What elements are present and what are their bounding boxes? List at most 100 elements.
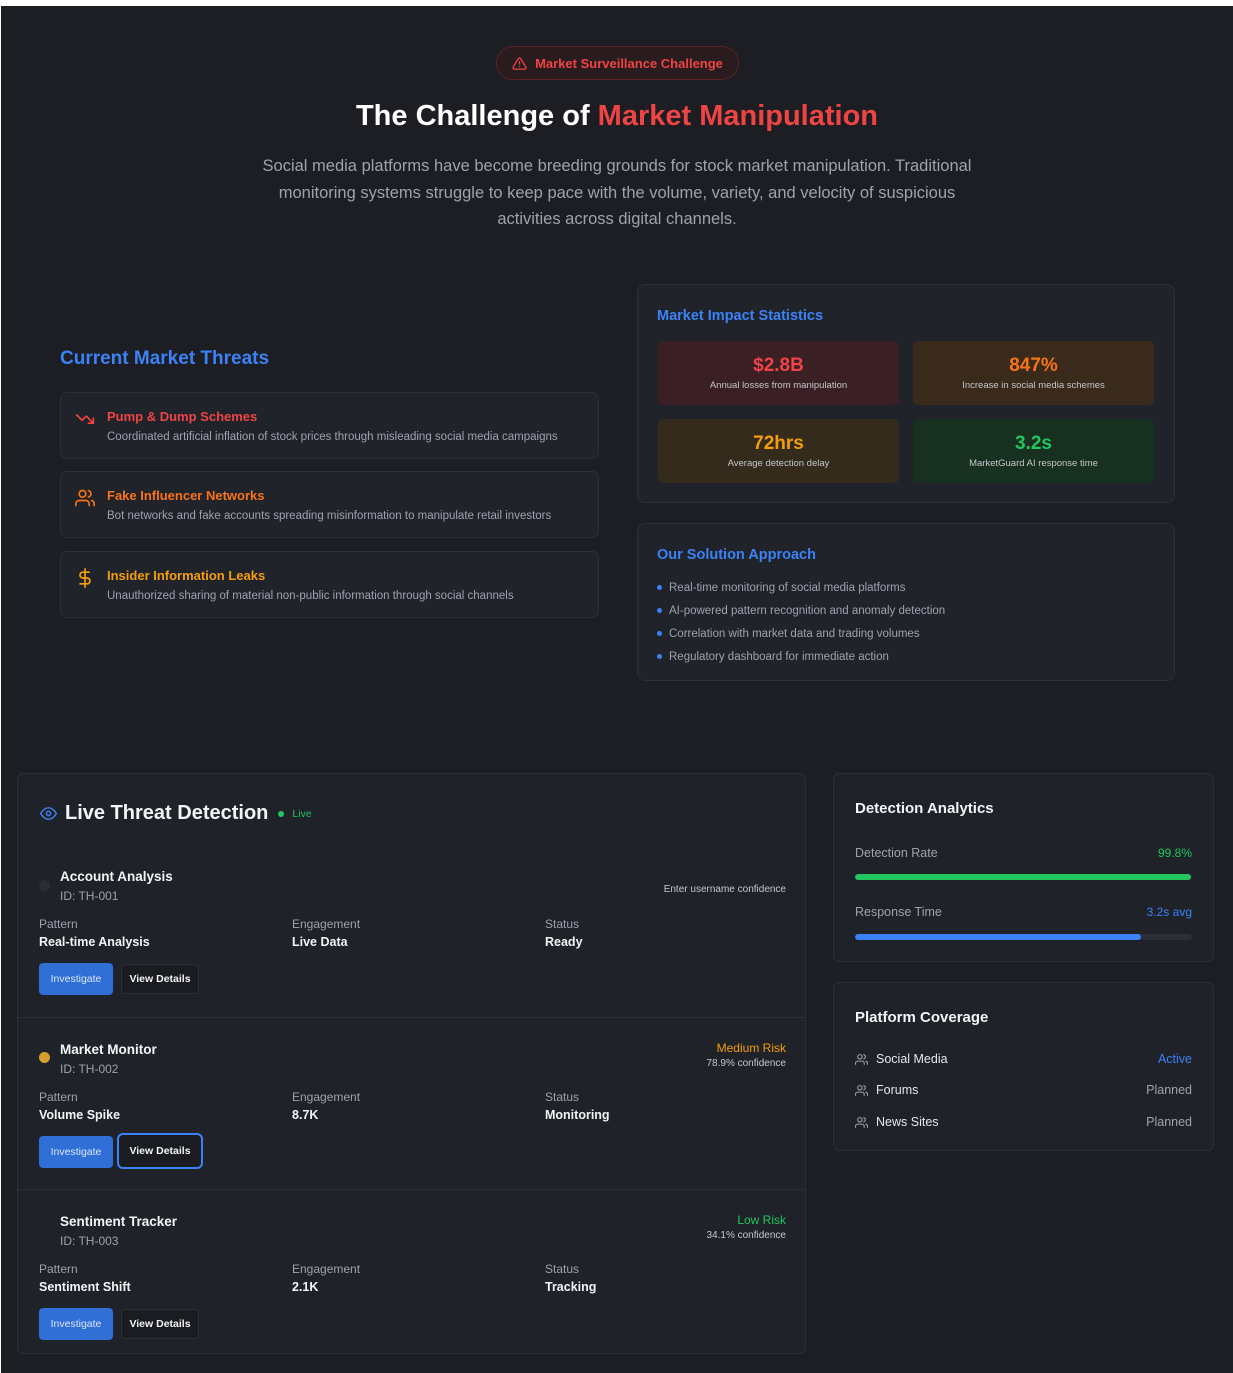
stat-value: 3.2s	[1015, 433, 1052, 454]
stat-value: 847%	[1009, 355, 1058, 376]
solution-list: Real-time monitoring of social media pla…	[657, 576, 945, 668]
platform-coverage-panel: Platform Coverage Social Media Active Fo…	[833, 982, 1214, 1151]
view-details-button[interactable]: View Details	[121, 1309, 199, 1339]
field-label-engagement: Engagement	[292, 1262, 361, 1276]
platform-row-forums: Forums Planned	[855, 1080, 1192, 1100]
field-value-engagement: Live Data	[292, 935, 348, 949]
analytics-title: Detection Analytics	[855, 800, 994, 817]
field-value-engagement: 2.1K	[292, 1280, 319, 1294]
dollar-icon	[79, 568, 91, 588]
bullet-dot	[657, 654, 662, 659]
list-item: Correlation with market data and trading…	[657, 622, 945, 645]
stat-response: 3.2s MarketGuard AI response time	[913, 419, 1154, 483]
field-value-pattern: Real-time Analysis	[39, 935, 150, 949]
risk-dot	[39, 1052, 50, 1063]
platform-name: Social Media	[876, 1052, 948, 1066]
stats-title: Market Impact Statistics	[657, 308, 824, 324]
platform-row-social-media: Social Media Active	[855, 1049, 1192, 1069]
stat-value: $2.8B	[753, 355, 804, 376]
solution-title: Our Solution Approach	[657, 547, 816, 563]
platform-name: News Sites	[876, 1115, 939, 1129]
risk-label: Medium Risk	[716, 1041, 786, 1055]
field-value-pattern: Volume Spike	[39, 1108, 121, 1122]
risk-dot	[39, 1224, 50, 1235]
platform-name: Forums	[876, 1083, 919, 1097]
investigate-button[interactable]: Investigate	[39, 1136, 113, 1168]
field-value-pattern: Sentiment Shift	[39, 1280, 131, 1294]
detection-analytics-panel: Detection Analytics Detection Rate 99.8%…	[833, 773, 1214, 962]
field-label-status: Status	[545, 1262, 580, 1276]
threats-title: Current Market Threats	[60, 348, 270, 369]
threat-desc: Coordinated artificial inflation of stoc…	[107, 431, 558, 443]
view-details-button[interactable]: View Details	[117, 1133, 203, 1169]
platform-status: Planned	[1146, 1115, 1192, 1129]
list-item-text: Correlation with market data and trading…	[669, 627, 920, 640]
threat-desc: Bot networks and fake accounts spreading…	[107, 510, 552, 522]
field-label-status: Status	[545, 1090, 580, 1104]
threat-card-fake-influencer: Fake Influencer Networks Bot networks an…	[60, 471, 599, 538]
platform-row-news-sites: News Sites Planned	[855, 1112, 1192, 1132]
live-header: Live Threat Detection Live	[40, 802, 312, 825]
stat-label: Average detection delay	[727, 458, 830, 469]
stat-delay: 72hrs Average detection delay	[658, 419, 899, 483]
detection-name: Sentiment Tracker	[60, 1214, 178, 1229]
list-item-text: Real-time monitoring of social media pla…	[669, 581, 906, 594]
list-item: Real-time monitoring of social media pla…	[657, 576, 945, 599]
market-impact-panel: Market Impact Statistics $2.8B Annual lo…	[637, 284, 1175, 503]
platform-status: Planned	[1146, 1083, 1192, 1097]
hero-description: Social media platforms have become breed…	[262, 157, 972, 228]
coverage-title: Platform Coverage	[855, 1009, 989, 1026]
live-badge: Live	[292, 807, 312, 820]
detection-id: ID: TH-003	[60, 1234, 119, 1248]
detection-row-th-002: Market Monitor ID: TH-002 Medium Risk 78…	[18, 1017, 805, 1189]
confidence: Enter username confidence	[663, 884, 786, 895]
field-value-engagement: 8.7K	[292, 1108, 319, 1122]
threat-desc: Unauthorized sharing of material non-pub…	[107, 590, 514, 602]
trending-down-icon	[75, 414, 95, 424]
detection-rate-bar	[855, 874, 1192, 880]
hero-badge-label: Market Surveillance Challenge	[535, 55, 723, 71]
stat-label: Increase in social media schemes	[962, 380, 1105, 391]
view-details-button[interactable]: View Details	[121, 964, 199, 994]
detection-row-th-003: Sentiment Tracker ID: TH-003 Low Risk 34…	[18, 1189, 805, 1353]
list-item-text: Regulatory dashboard for immediate actio…	[669, 650, 889, 663]
response-time-bar	[855, 934, 1192, 940]
detection-id: ID: TH-001	[60, 889, 119, 903]
threat-name: Insider Information Leaks	[107, 568, 266, 583]
threat-name: Pump & Dump Schemes	[107, 409, 258, 424]
metric-value-response-time: 3.2s avg	[1146, 905, 1192, 919]
confidence: 34.1% confidence	[706, 1230, 786, 1241]
eye-icon	[40, 807, 57, 820]
threat-card-insider: Insider Information Leaks Unauthorized s…	[60, 551, 599, 618]
risk-dot	[39, 880, 50, 891]
live-title: Live Threat Detection	[65, 802, 269, 824]
risk-label: Low Risk	[737, 1213, 786, 1227]
stat-label: MarketGuard AI response time	[969, 458, 1098, 469]
live-threat-detection-panel: Live Threat Detection Live Account Analy…	[17, 773, 806, 1354]
field-label-pattern: Pattern	[39, 1262, 78, 1276]
page: Market Surveillance Challenge The Challe…	[1, 6, 1233, 1373]
response-time-bar-fill	[855, 934, 1142, 940]
detection-row-th-001: Account Analysis ID: TH-001 Enter userna…	[18, 846, 805, 1018]
stat-label: Annual losses from manipulation	[709, 380, 848, 391]
threat-card-pump-dump: Pump & Dump Schemes Coordinated artifici…	[60, 392, 599, 459]
title-accent: Market Manipulation	[597, 100, 879, 132]
live-indicator-dot	[278, 810, 285, 817]
metric-label-detection-rate: Detection Rate	[855, 846, 938, 860]
users-icon	[855, 1116, 868, 1128]
platform-status: Active	[1157, 1052, 1192, 1066]
field-value-status: Ready	[545, 935, 583, 949]
investigate-button[interactable]: Investigate	[39, 963, 113, 995]
list-item-text: AI-powered pattern recognition and anoma…	[669, 604, 946, 617]
list-item: AI-powered pattern recognition and anoma…	[657, 599, 945, 622]
stat-losses: $2.8B Annual losses from manipulation	[658, 341, 899, 405]
bullet-dot	[657, 585, 662, 590]
threat-name: Fake Influencer Networks	[107, 488, 265, 503]
hero-badge: Market Surveillance Challenge	[496, 46, 739, 80]
field-label-status: Status	[545, 917, 580, 931]
users-icon	[855, 1053, 868, 1065]
investigate-button[interactable]: Investigate	[39, 1308, 113, 1340]
field-label-pattern: Pattern	[39, 1090, 78, 1104]
detection-id: ID: TH-002	[60, 1062, 119, 1076]
detection-name: Market Monitor	[60, 1042, 157, 1057]
